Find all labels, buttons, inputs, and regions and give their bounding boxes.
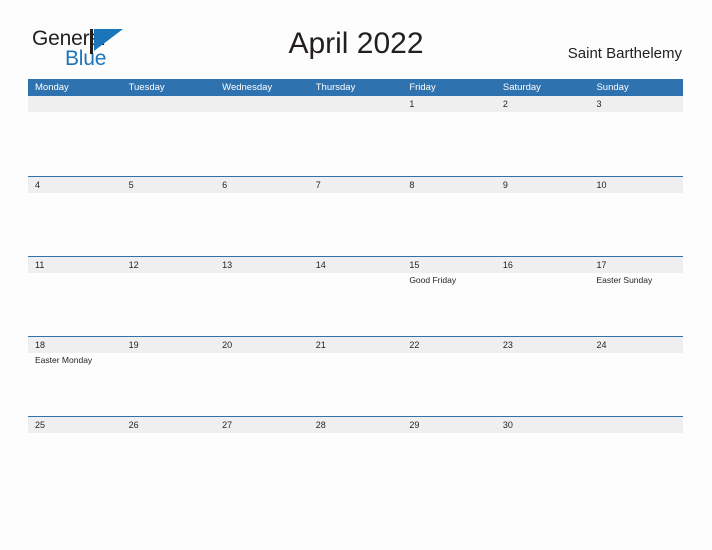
- day-cell[interactable]: [28, 273, 122, 335]
- day-number[interactable]: 25: [28, 417, 122, 433]
- page-header: General Blue April 2022 Saint Barthelemy: [0, 0, 712, 78]
- day-cell[interactable]: [589, 353, 683, 415]
- weekday-header-tuesday: Tuesday: [128, 82, 165, 93]
- day-event: Easter Monday: [35, 355, 93, 365]
- day-cell[interactable]: [496, 112, 590, 174]
- day-cell[interactable]: [309, 433, 403, 495]
- day-cell[interactable]: [215, 193, 309, 255]
- day-number[interactable]: 12: [122, 257, 216, 273]
- week-date-strip: 25 26 27 28 29 30: [28, 417, 683, 433]
- day-number[interactable]: [589, 417, 683, 433]
- day-cell[interactable]: [402, 433, 496, 495]
- day-cell[interactable]: [589, 112, 683, 174]
- day-cell[interactable]: Easter Monday: [28, 353, 122, 415]
- day-cell[interactable]: [309, 353, 403, 415]
- weekday-header-sunday: Sunday: [596, 82, 629, 93]
- day-number[interactable]: 24: [589, 337, 683, 353]
- weekday-header-monday: Monday: [35, 82, 69, 93]
- day-cell[interactable]: [496, 433, 590, 495]
- day-cell[interactable]: [309, 273, 403, 335]
- day-number[interactable]: [309, 96, 403, 112]
- day-cell[interactable]: Easter Sunday: [589, 273, 683, 335]
- day-number[interactable]: 7: [309, 177, 403, 193]
- week-event-strip: [28, 433, 683, 495]
- day-number[interactable]: [215, 96, 309, 112]
- weekday-header-wednesday: Wednesday: [222, 82, 273, 93]
- day-number[interactable]: 2: [496, 96, 590, 112]
- region-label: Saint Barthelemy: [567, 45, 682, 62]
- calendar-week-row: 1 2 3: [28, 96, 683, 176]
- day-cell[interactable]: [589, 433, 683, 495]
- weekday-header-row: Monday Tuesday Wednesday Thursday Friday…: [28, 79, 683, 96]
- calendar-week-row: 18 19 20 21 22 23 24 Easter Monday: [28, 336, 683, 416]
- day-number[interactable]: 16: [496, 257, 590, 273]
- day-number[interactable]: 19: [122, 337, 216, 353]
- day-cell[interactable]: [496, 353, 590, 415]
- week-date-strip: 4 5 6 7 8 9 10: [28, 177, 683, 193]
- day-number[interactable]: 8: [402, 177, 496, 193]
- day-number[interactable]: 26: [122, 417, 216, 433]
- day-number[interactable]: 11: [28, 257, 122, 273]
- week-event-strip: Easter Monday: [28, 353, 683, 415]
- day-number[interactable]: 5: [122, 177, 216, 193]
- day-event: Good Friday: [409, 275, 457, 285]
- day-cell[interactable]: [589, 193, 683, 255]
- day-cell[interactable]: [402, 353, 496, 415]
- weekday-header-friday: Friday: [409, 82, 436, 93]
- weekday-header-thursday: Thursday: [315, 82, 356, 93]
- day-number[interactable]: 10: [589, 177, 683, 193]
- day-cell[interactable]: [122, 433, 216, 495]
- day-cell[interactable]: [28, 433, 122, 495]
- day-number[interactable]: 15: [402, 257, 496, 273]
- day-cell[interactable]: [122, 273, 216, 335]
- day-cell[interactable]: [496, 273, 590, 335]
- calendar-week-row: 25 26 27 28 29 30: [28, 416, 683, 496]
- day-cell[interactable]: [215, 353, 309, 415]
- day-number[interactable]: 3: [589, 96, 683, 112]
- day-number[interactable]: 4: [28, 177, 122, 193]
- calendar-grid: Monday Tuesday Wednesday Thursday Friday…: [28, 79, 683, 496]
- day-event: Easter Sunday: [596, 275, 653, 285]
- day-number[interactable]: 20: [215, 337, 309, 353]
- calendar-week-row: 11 12 13 14 15 16 17 Good Friday Easter …: [28, 256, 683, 336]
- week-event-strip: [28, 112, 683, 174]
- calendar-week-row: 4 5 6 7 8 9 10: [28, 176, 683, 256]
- day-number[interactable]: 22: [402, 337, 496, 353]
- day-cell[interactable]: [215, 433, 309, 495]
- day-number[interactable]: 18: [28, 337, 122, 353]
- day-number[interactable]: 23: [496, 337, 590, 353]
- weekday-header-saturday: Saturday: [502, 82, 541, 93]
- day-number[interactable]: 9: [496, 177, 590, 193]
- week-date-strip: 18 19 20 21 22 23 24: [28, 337, 683, 353]
- day-number[interactable]: 13: [215, 257, 309, 273]
- day-cell[interactable]: [28, 193, 122, 255]
- day-number[interactable]: 14: [309, 257, 403, 273]
- day-cell[interactable]: Good Friday: [402, 273, 496, 335]
- day-number[interactable]: [28, 96, 122, 112]
- day-number[interactable]: 1: [402, 96, 496, 112]
- week-event-strip: Good Friday Easter Sunday: [28, 273, 683, 335]
- day-number[interactable]: 30: [496, 417, 590, 433]
- week-date-strip: 1 2 3: [28, 96, 683, 112]
- day-cell[interactable]: [309, 193, 403, 255]
- day-cell[interactable]: [215, 273, 309, 335]
- day-number[interactable]: 29: [402, 417, 496, 433]
- day-cell[interactable]: [215, 112, 309, 174]
- day-number[interactable]: 6: [215, 177, 309, 193]
- day-cell[interactable]: [402, 193, 496, 255]
- day-cell[interactable]: [28, 112, 122, 174]
- day-cell[interactable]: [122, 193, 216, 255]
- day-number[interactable]: 27: [215, 417, 309, 433]
- week-event-strip: [28, 193, 683, 255]
- week-date-strip: 11 12 13 14 15 16 17: [28, 257, 683, 273]
- day-cell[interactable]: [122, 112, 216, 174]
- day-cell[interactable]: [496, 193, 590, 255]
- day-number[interactable]: 21: [309, 337, 403, 353]
- day-cell[interactable]: [122, 353, 216, 415]
- day-cell[interactable]: [402, 112, 496, 174]
- day-cell[interactable]: [309, 112, 403, 174]
- day-number[interactable]: 28: [309, 417, 403, 433]
- day-number[interactable]: 17: [589, 257, 683, 273]
- day-number[interactable]: [122, 96, 216, 112]
